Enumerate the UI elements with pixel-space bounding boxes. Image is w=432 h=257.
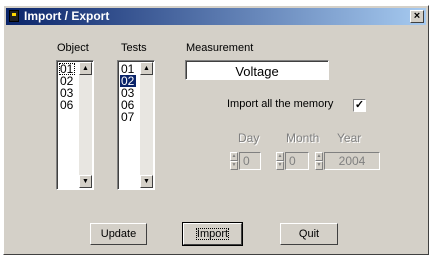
arrow-up-icon[interactable]: ▲ (79, 62, 92, 75)
arrow-down-icon[interactable]: ▼ (230, 161, 238, 170)
month-field[interactable]: 0 (285, 152, 309, 170)
import-button-label: Import (195, 228, 230, 240)
tests-scrollbar[interactable]: ▲ ▼ (140, 62, 153, 188)
close-button[interactable]: × (410, 10, 424, 23)
tests-label: Tests (121, 42, 147, 54)
arrow-up-icon[interactable]: ▲ (276, 152, 284, 161)
tests-item[interactable]: 07 (120, 111, 136, 123)
app-icon (9, 10, 19, 22)
update-button[interactable]: Update (90, 223, 147, 245)
arrow-down-icon[interactable]: ▼ (140, 175, 153, 188)
arrow-up-icon[interactable]: ▲ (315, 152, 323, 161)
tests-listbox[interactable]: 01 02 03 06 07 ▲ ▼ (117, 60, 155, 190)
quit-button[interactable]: Quit (280, 223, 338, 245)
object-item[interactable]: 06 (59, 99, 75, 111)
arrow-down-icon[interactable]: ▼ (79, 175, 92, 188)
day-field[interactable]: 0 (239, 152, 261, 170)
check-icon: ✓ (354, 99, 365, 111)
window-title: Import / Export (24, 9, 110, 23)
import-all-label: Import all the memory (227, 98, 334, 110)
measurement-value: Voltage (235, 64, 279, 79)
arrow-up-icon[interactable]: ▲ (140, 62, 153, 75)
import-export-dialog: Import / Export × Object 01 02 03 06 ▲ ▼… (3, 5, 429, 255)
measurement-field[interactable]: Voltage (185, 60, 329, 80)
object-scrollbar[interactable]: ▲ ▼ (79, 62, 92, 188)
month-spinner[interactable]: ▲ ▼ (276, 152, 284, 170)
day-spinner[interactable]: ▲ ▼ (230, 152, 238, 170)
day-label: Day (238, 131, 260, 145)
arrow-up-icon[interactable]: ▲ (230, 152, 238, 161)
object-listbox[interactable]: 01 02 03 06 ▲ ▼ (56, 60, 94, 190)
title-bar[interactable]: Import / Export × (6, 8, 426, 25)
arrow-down-icon[interactable]: ▼ (276, 161, 284, 170)
year-spinner[interactable]: ▲ ▼ (315, 152, 323, 170)
month-label: Month (286, 131, 320, 145)
year-field[interactable]: 2004 (324, 152, 380, 170)
arrow-down-icon[interactable]: ▼ (315, 161, 323, 170)
measurement-label: Measurement (186, 42, 254, 54)
close-icon: × (413, 10, 421, 22)
object-label: Object (57, 42, 89, 54)
import-all-checkbox[interactable]: ✓ (353, 99, 366, 112)
year-label: Year (337, 131, 362, 145)
import-button[interactable]: Import (182, 222, 243, 246)
